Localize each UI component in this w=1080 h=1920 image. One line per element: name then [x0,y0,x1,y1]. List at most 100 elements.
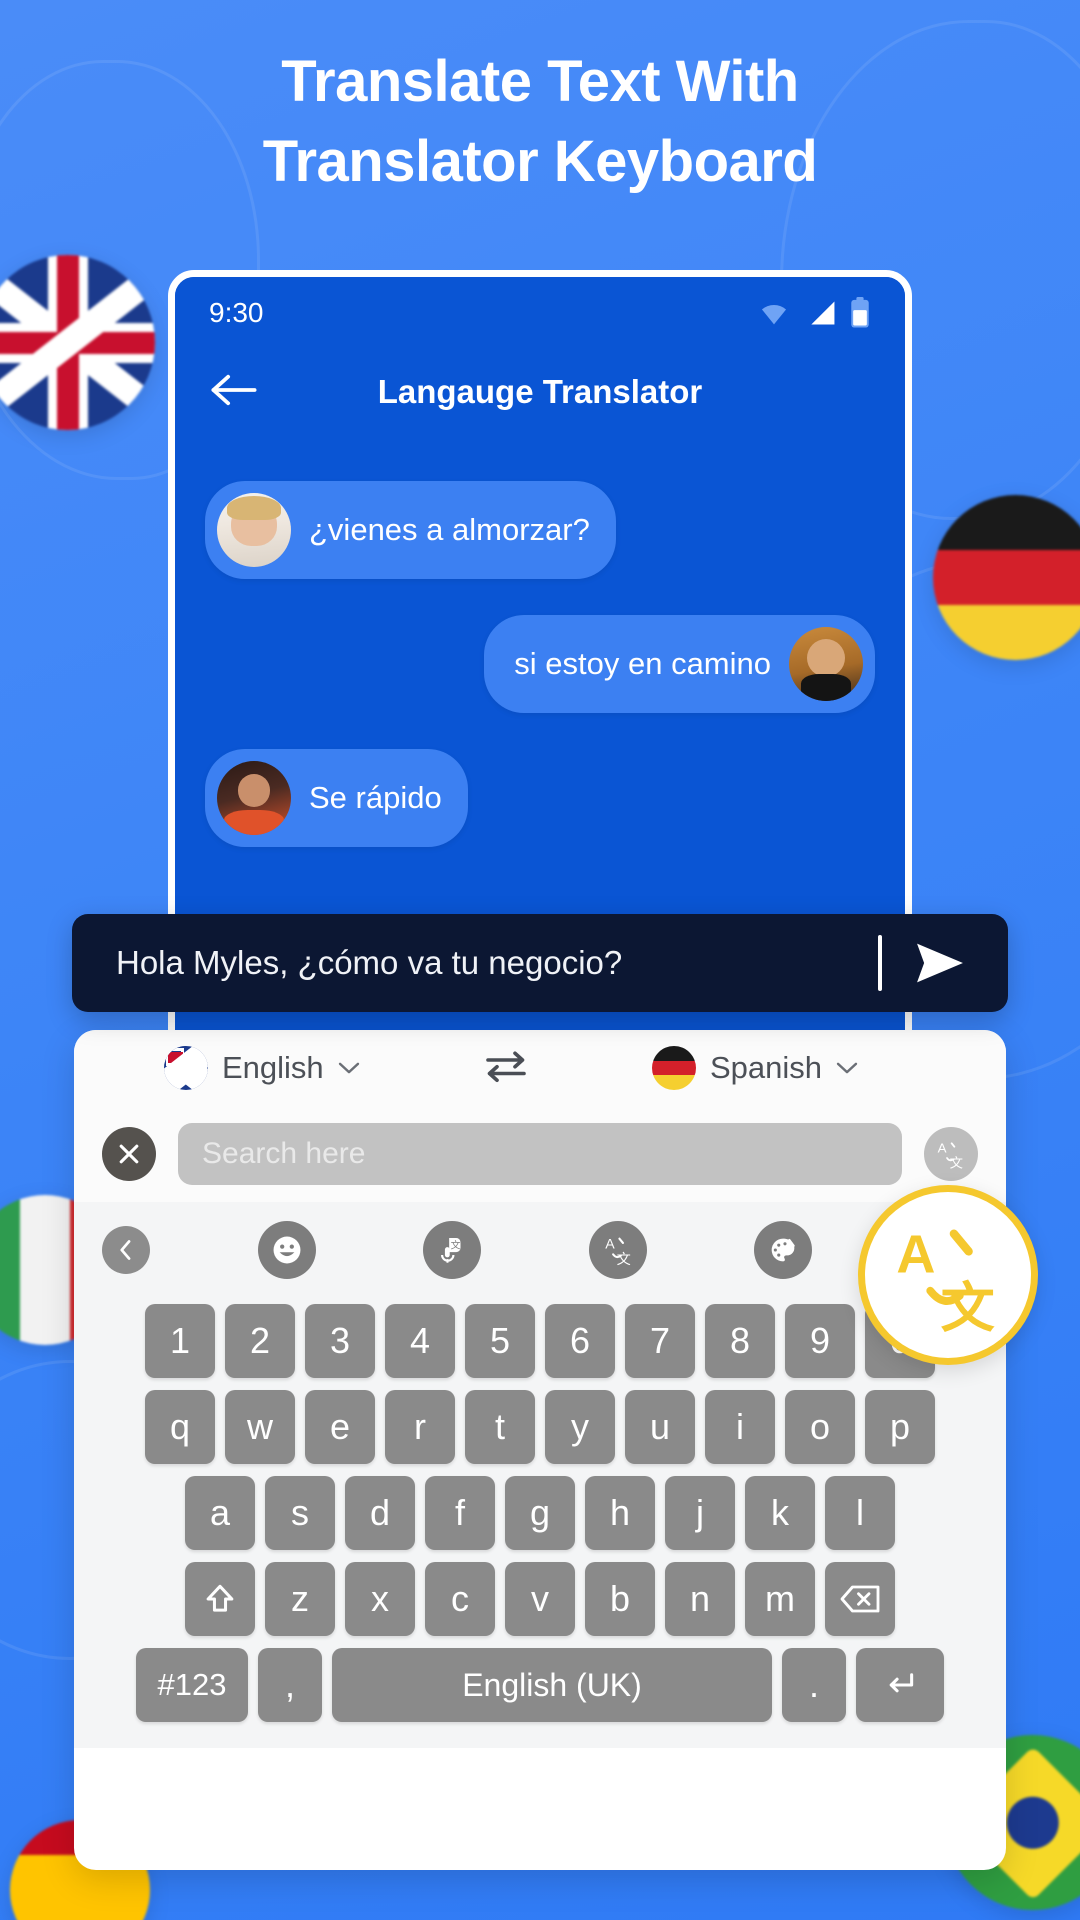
chat-bubble-text: ¿vienes a almorzar? [309,512,590,547]
key-6[interactable]: 6 [545,1304,615,1378]
emoji-icon[interactable] [257,1221,316,1279]
message-input-bar: Hola Myles, ¿cómo va tu negocio? [72,914,1008,1012]
keyboard-row-2: a s d f g h j k l [84,1476,996,1550]
message-row: ¿vienes a almorzar? [205,481,875,579]
key-j[interactable]: j [665,1476,735,1550]
key-q[interactable]: q [145,1390,215,1464]
headline-line-1: Translate Text With [281,49,799,114]
status-time: 9:30 [209,297,264,328]
key-y[interactable]: y [545,1390,615,1464]
battery-icon [851,297,869,328]
key-a[interactable]: a [185,1476,255,1550]
key-o[interactable]: o [785,1390,855,1464]
chevron-left-icon[interactable] [102,1226,150,1274]
target-language-selector[interactable]: Spanish [651,1046,858,1090]
comma-key[interactable]: , [258,1648,322,1722]
key-5[interactable]: 5 [465,1304,535,1378]
headline-line-2: Translator Keyboard [262,129,818,195]
key-g[interactable]: g [505,1476,575,1550]
theme-palette-icon[interactable] [754,1221,813,1279]
avatar [217,493,291,567]
australia-flag [164,1046,208,1090]
enter-return-icon[interactable] [856,1648,944,1722]
uk-flag-decoration [0,255,155,430]
source-language-selector[interactable]: English [164,1046,360,1090]
avatar [789,627,863,701]
keyboard-row-bottom: #123 , English (UK) . [84,1648,996,1722]
key-4[interactable]: 4 [385,1304,455,1378]
close-x-icon[interactable] [102,1127,156,1181]
key-x[interactable]: x [345,1562,415,1636]
key-7[interactable]: 7 [625,1304,695,1378]
swap-languages-button[interactable] [482,1049,530,1088]
app-bar: Langauge Translator [175,349,905,435]
translate-icon[interactable]: A 文 [588,1221,647,1279]
key-z[interactable]: z [265,1562,335,1636]
language-selector-bar: English Spanish [74,1030,1006,1106]
svg-text:A: A [605,1237,615,1253]
backspace-icon[interactable] [825,1562,895,1636]
key-n[interactable]: n [665,1562,735,1636]
chat-bubble-incoming[interactable]: Se rápido [205,749,468,847]
app-title: Langauge Translator [377,373,703,410]
key-u[interactable]: u [625,1390,695,1464]
source-language-label: English [222,1050,324,1085]
key-k[interactable]: k [745,1476,815,1550]
key-e[interactable]: e [305,1390,375,1464]
germany-flag [651,1046,696,1090]
chat-bubble-text: Se rápido [309,780,442,815]
key-8[interactable]: 8 [705,1304,775,1378]
key-r[interactable]: r [385,1390,455,1464]
svg-text:A: A [896,1225,935,1285]
chevron-down-icon [836,1062,858,1074]
key-1[interactable]: 1 [145,1304,215,1378]
target-language-label: Spanish [709,1050,822,1085]
key-i[interactable]: i [705,1390,775,1464]
shift-up-arrow-icon[interactable] [185,1562,255,1636]
key-d[interactable]: d [345,1476,415,1550]
keyboard-row-3: z x c v b n m [84,1562,996,1636]
mic-translate-icon[interactable]: 文 [423,1221,482,1279]
send-arrow-icon[interactable] [910,939,970,987]
keyboard-row-numbers: 1 2 3 4 5 6 7 8 9 0 [84,1304,996,1378]
key-t[interactable]: t [465,1390,535,1464]
keyboard-keys: 1 2 3 4 5 6 7 8 9 0 q w e r t y u i o p … [74,1298,1006,1748]
key-f[interactable]: f [425,1476,495,1550]
key-s[interactable]: s [265,1476,335,1550]
back-arrow-icon[interactable] [209,372,259,413]
chevron-down-icon [338,1062,359,1074]
symbols-key[interactable]: #123 [136,1648,248,1722]
key-9[interactable]: 9 [785,1304,855,1378]
svg-text:A: A [938,1141,947,1156]
key-l[interactable]: l [825,1476,895,1550]
status-icons [757,297,871,329]
search-input[interactable]: Search here [178,1123,902,1185]
key-b[interactable]: b [585,1562,655,1636]
svg-text:文: 文 [616,1252,630,1267]
keyboard-panel: English Spanish Search here A 文 文 A 文 1 … [74,1030,1006,1870]
translate-badge-icon[interactable]: A 文 [858,1185,1038,1365]
chat-bubble-incoming[interactable]: ¿vienes a almorzar? [205,481,616,579]
svg-text:文: 文 [451,1239,461,1252]
period-key[interactable]: . [782,1648,846,1722]
status-bar: 9:30 [175,277,905,349]
avatar [217,761,291,835]
keyboard-row-1: q w e r t y u i o p [84,1390,996,1464]
translate-icon[interactable]: A 文 [924,1127,978,1181]
key-m[interactable]: m [745,1562,815,1636]
key-3[interactable]: 3 [305,1304,375,1378]
key-2[interactable]: 2 [225,1304,295,1378]
input-divider [878,935,882,991]
key-c[interactable]: c [425,1562,495,1636]
key-h[interactable]: h [585,1476,655,1550]
chat-bubble-outgoing[interactable]: si estoy en camino [484,615,875,713]
page-title: Translate Text With Translator Keyboard [0,42,1080,202]
message-row: Se rápido [205,749,875,847]
key-v[interactable]: v [505,1562,575,1636]
key-p[interactable]: p [865,1390,935,1464]
message-input[interactable]: Hola Myles, ¿cómo va tu negocio? [72,944,878,982]
space-key[interactable]: English (UK) [332,1648,772,1722]
message-row: si estoy en camino [205,615,875,713]
key-w[interactable]: w [225,1390,295,1464]
svg-text:文: 文 [950,1155,963,1170]
